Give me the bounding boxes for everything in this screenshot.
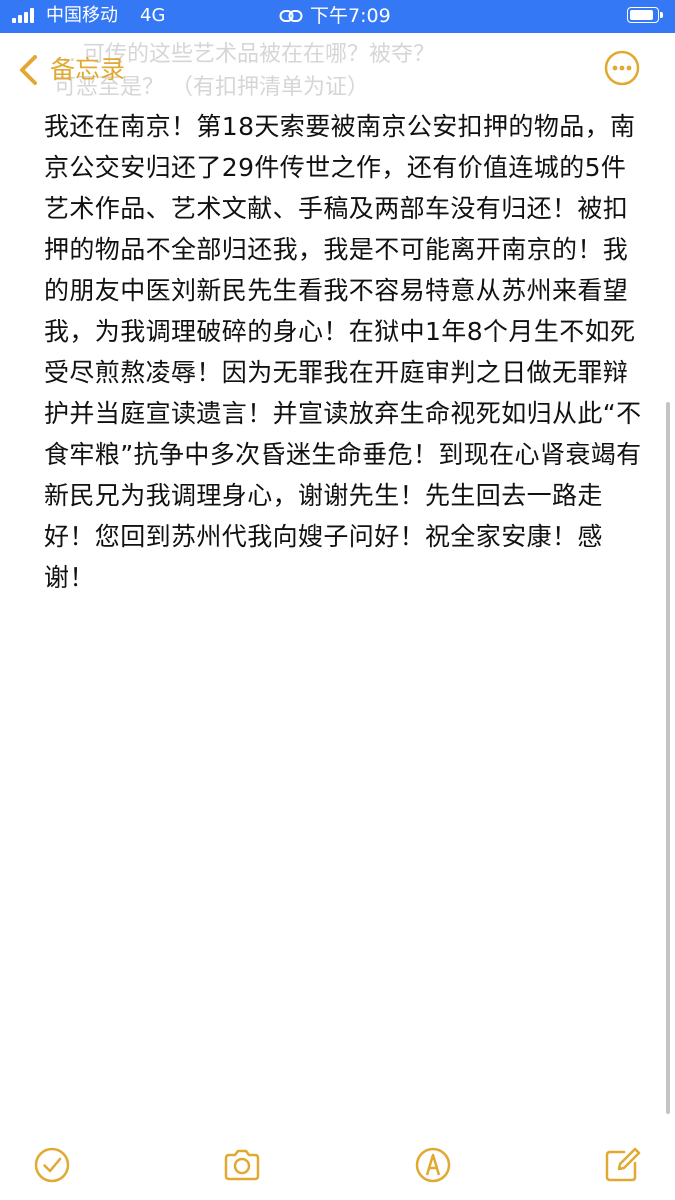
more-ellipsis-icon[interactable] [604,50,640,86]
status-clock: 下午7:09 [310,5,391,27]
camera-icon[interactable] [222,1145,262,1185]
back-button-label: 备忘录 [50,55,126,84]
vertical-scrollbar[interactable] [666,402,670,1114]
scrolled-title-ghost-text: … 可传的这些艺术品被在在哪？被夺？ 可恶至是？ （有扣押清单为证） [54,42,435,100]
signal-strength-icon [12,8,38,23]
battery-icon [627,7,663,23]
back-button[interactable]: 备忘录 [18,50,125,90]
checklist-icon[interactable] [32,1145,72,1185]
network-type: 4G [140,5,166,26]
note-body-text[interactable]: 我还在南京！第18天索要被南京公安扣押的物品，南京公交安归还了29件传世之作，还… [44,106,644,598]
battery-level-fill [630,10,653,20]
markup-pen-icon[interactable] [413,1145,453,1185]
chevron-left-icon [20,55,37,85]
battery-nub [660,12,663,18]
compose-icon[interactable] [602,1145,642,1185]
status-bar: 中国移动 4G 下午7:09 [0,0,675,33]
personal-hotspot-link-icon [279,10,303,22]
bottom-toolbar [0,1135,675,1200]
carrier-name: 中国移动 [46,5,118,26]
